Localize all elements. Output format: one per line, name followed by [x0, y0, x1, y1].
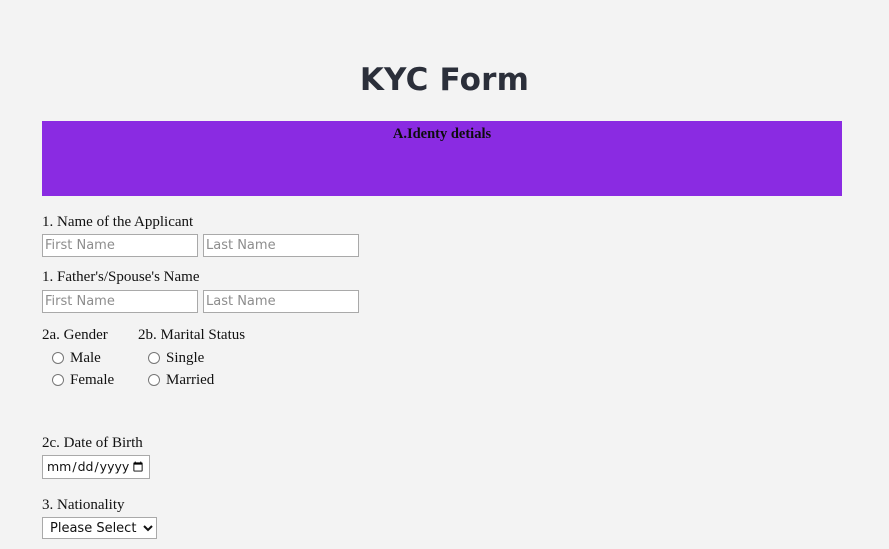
gender-option-male[interactable]: Male [52, 347, 138, 370]
date-of-birth-group: 2c. Date of Birth [42, 433, 852, 479]
kyc-form-page: KYC Form A.Identy detials 1. Name of the… [0, 0, 889, 539]
gender-label: 2a. Gender [42, 326, 108, 343]
applicant-name-label: 1. Name of the Applicant [42, 214, 194, 230]
gender-male-label[interactable]: Male [70, 347, 101, 370]
marital-status-group: 2b. Marital Status Single Married [138, 327, 338, 392]
marital-single-radio[interactable] [148, 351, 160, 364]
father-spouse-name-group: 1. Father's/Spouse's Name [42, 267, 852, 313]
marital-option-married[interactable]: Married [148, 369, 338, 392]
nationality-group: 3. Nationality Please Select [42, 495, 852, 539]
gender-male-radio[interactable] [52, 351, 64, 364]
father-spouse-name-row [42, 289, 852, 313]
nationality-label: 3. Nationality [42, 496, 125, 513]
applicant-first-name-input[interactable] [42, 234, 198, 258]
marital-option-single[interactable]: Single [148, 347, 338, 370]
gender-group: 2a. Gender Male Female [42, 327, 138, 392]
marital-status-label: 2b. Marital Status [138, 326, 246, 343]
section-banner: A.Identy detials [42, 121, 842, 196]
father-spouse-last-name-input[interactable] [203, 289, 359, 313]
page-title: KYC Form [359, 62, 530, 98]
father-spouse-first-name-input[interactable] [42, 289, 198, 313]
father-spouse-name-label: 1. Father's/Spouse's Name [42, 269, 200, 286]
section-banner-title: A.Identy detials [392, 126, 492, 142]
gender-female-radio[interactable] [52, 374, 64, 387]
date-of-birth-input[interactable] [42, 454, 150, 479]
marital-single-label[interactable]: Single [166, 347, 204, 370]
gender-marital-section: 2a. Gender Male Female 2b. Marital Statu… [42, 327, 852, 392]
applicant-name-group: 1. Name of the Applicant [42, 212, 852, 258]
form-body: 1. Name of the Applicant 1. Father's/Spo… [42, 212, 852, 549]
gender-option-female[interactable]: Female [52, 369, 138, 392]
applicant-name-row [42, 234, 852, 258]
applicant-last-name-input[interactable] [203, 234, 359, 258]
date-of-birth-label: 2c. Date of Birth [42, 434, 143, 451]
marital-married-label[interactable]: Married [166, 369, 214, 392]
nationality-select[interactable]: Please Select [42, 517, 157, 539]
gender-female-label[interactable]: Female [70, 369, 114, 392]
marital-married-radio[interactable] [148, 374, 160, 387]
